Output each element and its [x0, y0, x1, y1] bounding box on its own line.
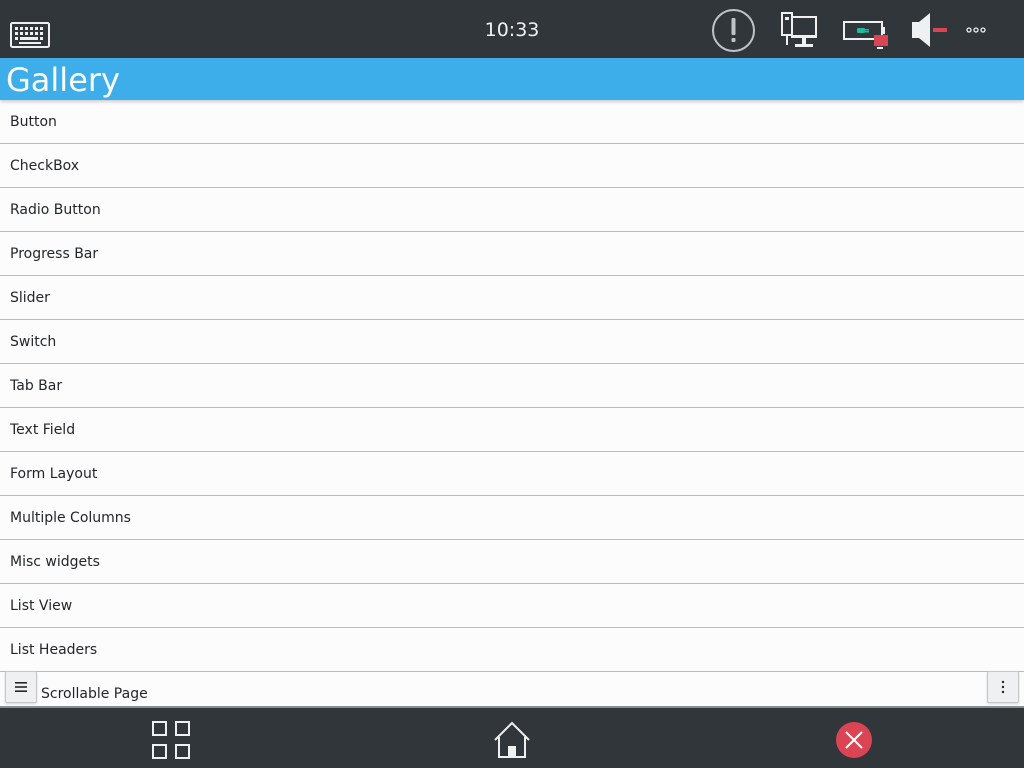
clock[interactable]: 10:33	[462, 17, 562, 43]
list-item-radio-button[interactable]: Radio Button	[0, 188, 1024, 232]
list-item-form-layout[interactable]: Form Layout	[0, 452, 1024, 496]
list-item-switch[interactable]: Switch	[0, 320, 1024, 364]
page-header: Gallery	[0, 60, 1024, 100]
list-item-text-field[interactable]: Text Field	[0, 408, 1024, 452]
virtual-keyboard-icon[interactable]	[10, 22, 50, 48]
battery-charging-icon[interactable]	[843, 18, 891, 50]
close-icon[interactable]	[835, 721, 873, 759]
network-wired-icon[interactable]	[780, 11, 818, 49]
list-item-list-view[interactable]: List View	[0, 584, 1024, 628]
list-item-progress-bar[interactable]: Progress Bar	[0, 232, 1024, 276]
hamburger-menu-icon	[15, 682, 27, 692]
app-grid-icon[interactable]	[151, 720, 191, 760]
screen: 10:33 Gallery Button CheckBox Radio Butt…	[0, 0, 1024, 768]
more-icon[interactable]	[964, 20, 988, 40]
home-icon[interactable]	[493, 720, 531, 760]
global-drawer-handle[interactable]	[5, 671, 37, 703]
bottom-navigation-bar	[0, 706, 1024, 768]
gallery-list[interactable]: Button CheckBox Radio Button Progress Ba…	[0, 100, 1024, 706]
volume-muted-icon[interactable]	[910, 12, 950, 48]
overflow-menu-icon	[1001, 680, 1005, 694]
list-item-tab-bar[interactable]: Tab Bar	[0, 364, 1024, 408]
list-item-list-headers[interactable]: List Headers	[0, 628, 1024, 672]
list-item-slider[interactable]: Slider	[0, 276, 1024, 320]
notification-alert-icon[interactable]	[711, 8, 756, 53]
list-item-misc-widgets[interactable]: Misc widgets	[0, 540, 1024, 584]
list-item-multiple-columns[interactable]: Multiple Columns	[0, 496, 1024, 540]
context-drawer-handle[interactable]	[987, 671, 1019, 703]
page-title: Gallery	[6, 61, 120, 99]
top-status-bar: 10:33	[0, 0, 1024, 60]
list-item-checkbox[interactable]: CheckBox	[0, 144, 1024, 188]
list-item-scrollable-page[interactable]: Scrollable Page	[0, 672, 1024, 706]
list-item-button[interactable]: Button	[0, 100, 1024, 144]
